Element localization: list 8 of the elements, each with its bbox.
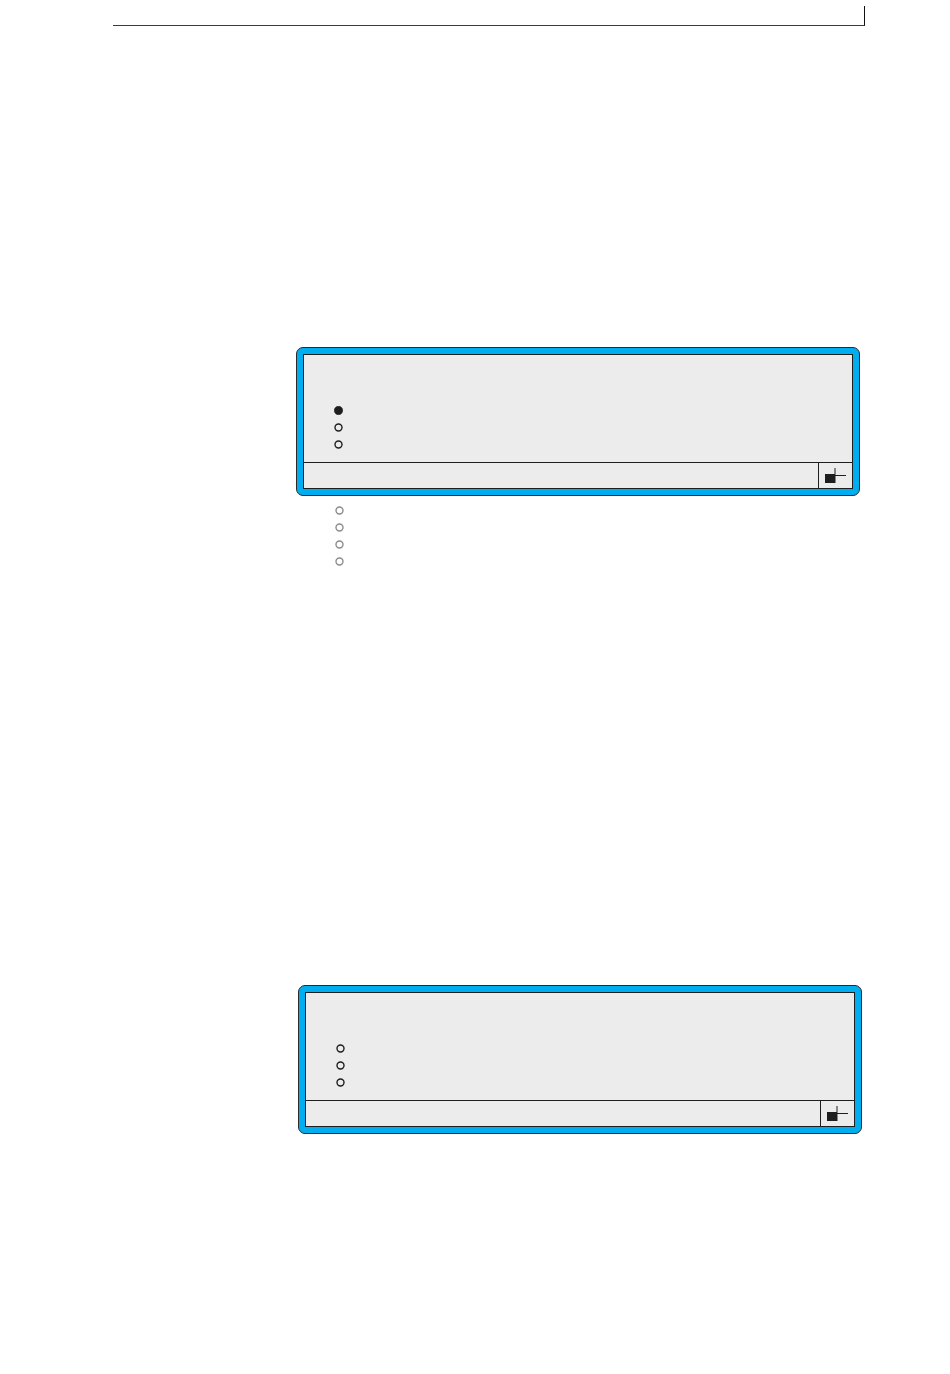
radio-button[interactable] [336, 1078, 345, 1087]
radio-button[interactable] [336, 1061, 345, 1070]
radio-button[interactable] [334, 440, 343, 449]
radio-button[interactable] [334, 423, 343, 432]
square-cross-icon [825, 468, 846, 483]
square-cross-icon [827, 1106, 848, 1121]
radio-button[interactable] [334, 406, 343, 415]
radio-button[interactable] [336, 1044, 345, 1053]
